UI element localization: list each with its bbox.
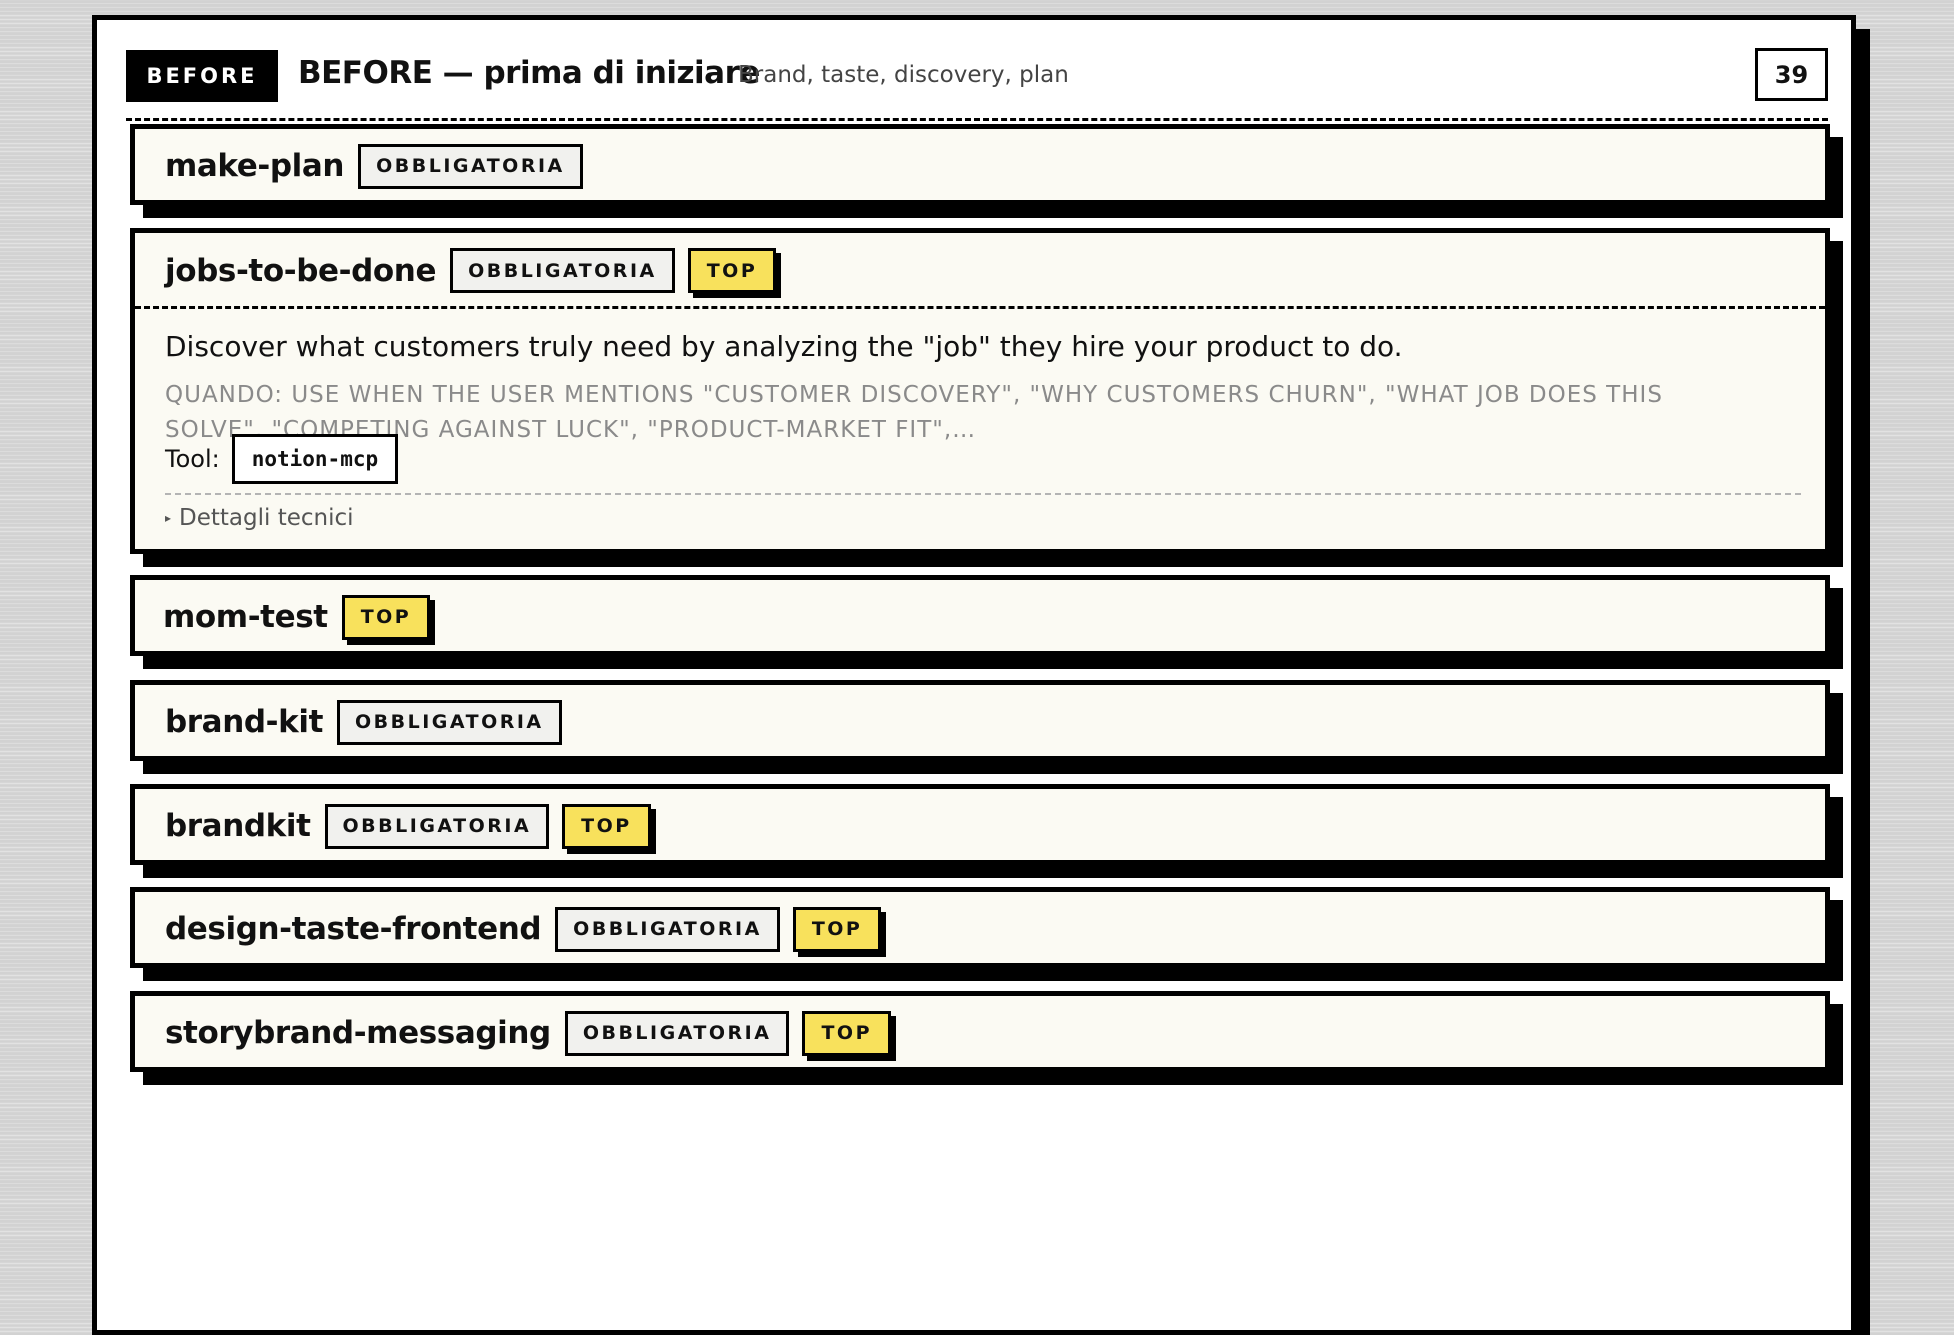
category-panel: BEFORE BEFORE — prima di iniziare Brand,… xyxy=(92,15,1856,1335)
top-tag: TOP xyxy=(687,248,777,293)
skill-card-brandkit[interactable]: brandkit OBBLIGATORIA TOP xyxy=(130,784,1830,865)
required-tag: OBBLIGATORIA xyxy=(450,248,675,293)
required-tag: OBBLIGATORIA xyxy=(555,906,780,952)
required-tag: OBBLIGATORIA xyxy=(564,1010,790,1056)
skill-card-design-taste-frontend[interactable]: design-taste-frontend OBBLIGATORIA TOP xyxy=(130,887,1830,968)
section-header: BEFORE BEFORE — prima di iniziare Brand,… xyxy=(126,48,1828,121)
section-title: BEFORE — prima di iniziare xyxy=(298,55,760,91)
top-tag: TOP xyxy=(792,906,882,952)
skill-name: make-plan xyxy=(165,148,345,184)
card-divider xyxy=(135,306,1825,309)
section-subtitle: Brand, taste, discovery, plan xyxy=(738,62,1069,88)
skill-card-brand-kit[interactable]: brand-kit OBBLIGATORIA xyxy=(130,680,1830,761)
skill-name: brand-kit xyxy=(165,704,323,740)
skill-description: Discover what customers truly need by an… xyxy=(165,330,1403,363)
skill-name: design-taste-frontend xyxy=(165,911,542,947)
disclosure-arrow-icon: ▸ xyxy=(165,511,172,525)
details-label: Dettagli tecnici xyxy=(179,505,354,531)
required-tag: OBBLIGATORIA xyxy=(337,699,562,745)
skill-card-jobs-to-be-done[interactable]: jobs-to-be-done OBBLIGATORIA TOP Discove… xyxy=(130,228,1830,554)
skill-name: brandkit xyxy=(165,808,311,844)
skill-card-make-plan[interactable]: make-plan OBBLIGATORIA xyxy=(130,124,1830,205)
skill-trigger: QUANDO: USE WHEN THE USER MENTIONS "CUST… xyxy=(165,382,1663,443)
skill-name: storybrand-messaging xyxy=(165,1015,551,1051)
skill-name: mom-test xyxy=(163,599,328,635)
required-tag: OBBLIGATORIA xyxy=(358,143,583,189)
tool-label: Tool: xyxy=(165,445,220,473)
top-tag: TOP xyxy=(562,803,651,849)
top-tag: TOP xyxy=(341,594,431,640)
skill-count-badge: 39 xyxy=(1755,48,1828,101)
top-tag: TOP xyxy=(802,1010,891,1056)
skill-card-storybrand-messaging[interactable]: storybrand-messaging OBBLIGATORIA TOP xyxy=(130,991,1830,1072)
category-badge: BEFORE xyxy=(126,50,278,102)
tool-row: Tool: notion-mcp xyxy=(165,434,399,484)
required-tag: OBBLIGATORIA xyxy=(324,803,550,849)
details-toggle[interactable]: ▸ Dettagli tecnici xyxy=(165,505,354,531)
details-divider xyxy=(165,493,1801,495)
skill-name: jobs-to-be-done xyxy=(165,252,437,289)
tool-chip[interactable]: notion-mcp xyxy=(231,434,399,484)
skill-card-mom-test[interactable]: mom-test TOP xyxy=(130,575,1830,656)
